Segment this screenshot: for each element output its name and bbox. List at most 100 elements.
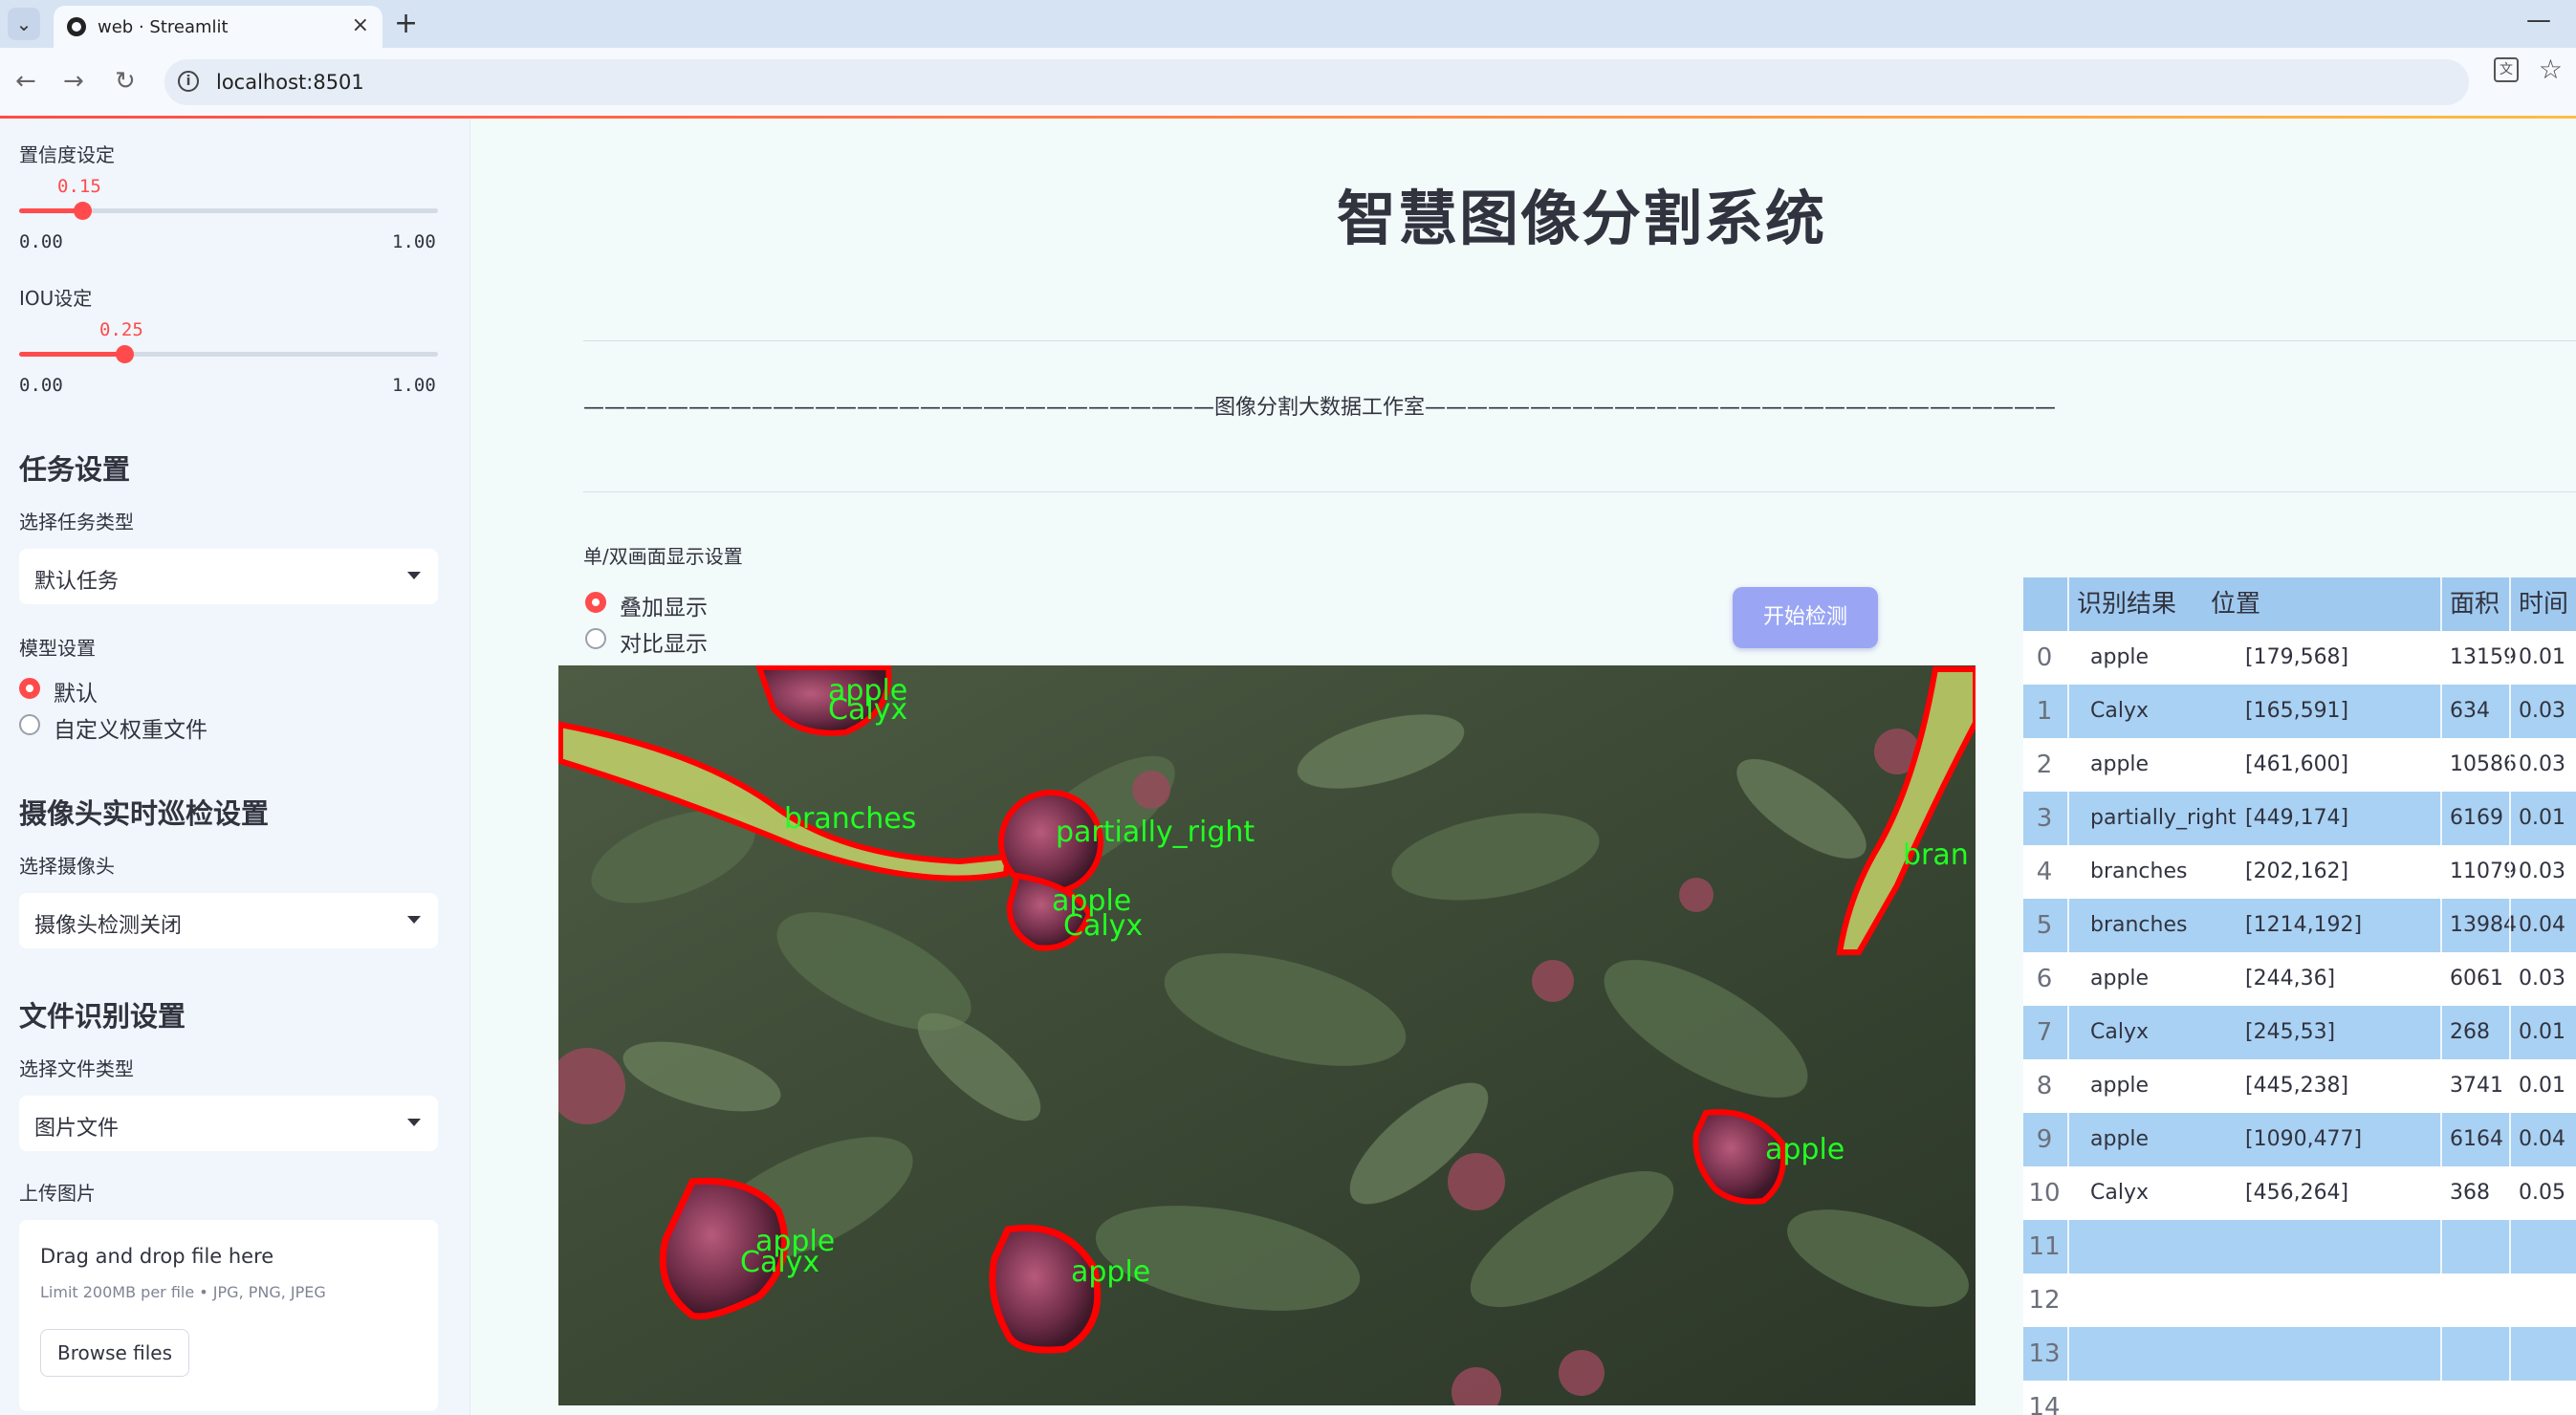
header-result[interactable]: 识别结果 — [2077, 577, 2176, 631]
cell-result: Calyx — [2090, 1181, 2149, 1205]
browse-files-button[interactable]: Browse files — [40, 1329, 189, 1377]
table-row[interactable]: 11 — [2023, 1220, 2576, 1274]
radio-unselected-icon[interactable] — [585, 628, 606, 649]
cell-position: [179,568] — [2245, 645, 2349, 669]
radio-selected-icon[interactable] — [19, 678, 40, 699]
row-index: 12 — [2028, 1286, 2061, 1315]
cell-position: [245,53] — [2245, 1020, 2336, 1044]
row-index: 11 — [2028, 1232, 2061, 1261]
cell-area: 268 — [2450, 1020, 2490, 1044]
cell-position: [244,36] — [2245, 967, 2336, 990]
table-row[interactable]: 14 — [2023, 1381, 2576, 1415]
table-row[interactable]: 7 Calyx [245,53] 268 0.01 — [2023, 1006, 2576, 1059]
translate-icon[interactable]: 文 — [2494, 57, 2519, 82]
row-index: 13 — [2028, 1339, 2061, 1368]
radio-unselected-icon[interactable] — [19, 714, 40, 735]
forward-arrow-icon[interactable]: → — [63, 65, 84, 98]
mask-label: Calyx — [828, 693, 907, 727]
table-row[interactable]: 6 apple [244,36] 6061 0.03 — [2023, 952, 2576, 1006]
cell-position: [1214,192] — [2245, 913, 2363, 937]
table-row[interactable]: 0 apple [179,568] 13159 0.01 — [2023, 631, 2576, 685]
table-row[interactable]: 5 branches [1214,192] 13984 0.04 — [2023, 899, 2576, 952]
table-row[interactable]: 8 apple [445,238] 3741 0.01 — [2023, 1059, 2576, 1113]
cell-result: apple — [2090, 1127, 2150, 1151]
new-tab-icon[interactable]: + — [394, 8, 418, 40]
cell-time: 0.01 — [2519, 1074, 2565, 1098]
confidence-slider[interactable] — [19, 202, 438, 220]
cell-area: 634 — [2450, 699, 2490, 723]
tab-list-icon[interactable]: ⌄ — [8, 8, 40, 40]
iou-slider-thumb[interactable] — [116, 345, 134, 363]
table-row[interactable]: 12 — [2023, 1274, 2576, 1327]
chevron-down-icon — [407, 916, 421, 924]
table-row[interactable]: 2 apple [461,600] 10586 0.03 — [2023, 738, 2576, 792]
studio-banner: ——————————————————————————————图像分割大数据工作室… — [583, 396, 2057, 420]
cell-result: branches — [2090, 913, 2188, 937]
cell-time: 0.01 — [2519, 1020, 2565, 1044]
iou-slider[interactable] — [19, 345, 438, 363]
camera-select[interactable]: 摄像头检测关闭 — [19, 893, 438, 948]
table-row[interactable]: 9 apple [1090,477] 6164 0.04 — [2023, 1113, 2576, 1166]
row-index: 9 — [2036, 1125, 2053, 1154]
chevron-down-icon — [407, 1119, 421, 1126]
cell-result: branches — [2090, 860, 2188, 883]
cell-time: 0.01 — [2519, 806, 2565, 830]
mask-label: apple — [1071, 1255, 1150, 1289]
column-divider — [2067, 577, 2069, 1415]
mask-label: partially_right — [1056, 816, 1255, 849]
back-arrow-icon[interactable]: ← — [15, 65, 36, 98]
star-icon[interactable]: ☆ — [2539, 54, 2563, 85]
minimize-icon[interactable]: — — [2526, 6, 2551, 34]
cell-position: [449,174] — [2245, 806, 2349, 830]
table-row[interactable]: 4 branches [202,162] 11079 0.03 — [2023, 845, 2576, 899]
mask-label: Calyx — [740, 1246, 819, 1279]
header-position[interactable]: 位置 — [2211, 577, 2260, 631]
header-area[interactable]: 面积 — [2450, 577, 2500, 631]
cell-time: 0.01 — [2519, 645, 2565, 669]
column-divider — [2440, 577, 2442, 1415]
upload-limits: Limit 200MB per file • JPG, PNG, JPEG — [40, 1283, 326, 1301]
confidence-slider-thumb[interactable] — [74, 202, 92, 220]
table-row[interactable]: 10 Calyx [456,264] 368 0.05 — [2023, 1166, 2576, 1220]
reload-icon[interactable]: ↻ — [115, 65, 136, 98]
task-type-select[interactable]: 默认任务 — [19, 549, 438, 604]
table-row[interactable]: 13 — [2023, 1327, 2576, 1381]
cell-result: Calyx — [2090, 1020, 2149, 1044]
row-index: 10 — [2028, 1179, 2061, 1208]
confidence-min: 0.00 — [19, 231, 63, 252]
chevron-down-icon — [407, 572, 421, 579]
address-bar: ← → ↻ i localhost:8501 文 ☆ — [0, 48, 2576, 117]
confidence-max: 1.00 — [392, 231, 436, 252]
cell-position: [461,600] — [2245, 752, 2349, 776]
cell-area: 6164 — [2450, 1127, 2503, 1151]
row-index: 2 — [2036, 751, 2053, 779]
cell-position: [456,264] — [2245, 1181, 2349, 1205]
cell-result: apple — [2090, 752, 2150, 776]
iou-min: 0.00 — [19, 375, 63, 396]
browser-tab[interactable]: web · Streamlit × — [54, 6, 382, 48]
iou-label: IOU设定 — [19, 287, 93, 310]
info-icon[interactable]: i — [178, 71, 199, 92]
start-detection-button[interactable]: 开始检测 — [1733, 587, 1878, 648]
confidence-value: 0.15 — [57, 176, 101, 197]
file-type-select[interactable]: 图片文件 — [19, 1096, 438, 1151]
cell-area: 368 — [2450, 1181, 2490, 1205]
model-option-label: 默认 — [54, 682, 98, 707]
column-divider — [2509, 577, 2511, 1415]
radio-selected-icon[interactable] — [585, 592, 606, 613]
table-row[interactable]: 1 Calyx [165,591] 634 0.03 — [2023, 685, 2576, 738]
url-field[interactable]: i localhost:8501 — [164, 59, 2469, 105]
upload-label: 上传图片 — [19, 1182, 96, 1205]
segmentation-result-image: apple Calyx branches partially_right app… — [558, 665, 1976, 1405]
table-row[interactable]: 3 partially_right [449,174] 6169 0.01 — [2023, 792, 2576, 845]
iou-value: 0.25 — [99, 319, 143, 340]
file-uploader-dropzone[interactable]: Drag and drop file here Limit 200MB per … — [19, 1220, 438, 1411]
cell-result: apple — [2090, 645, 2150, 669]
close-icon[interactable]: × — [352, 13, 369, 37]
results-table[interactable]: 识别结果 位置 面积 时间 0 apple [179,568] 13159 0.01 1 C… — [2023, 577, 2576, 1415]
display-option-label: 叠加显示 — [620, 596, 708, 620]
row-index: 0 — [2036, 643, 2053, 672]
header-time[interactable]: 时间 — [2519, 577, 2568, 631]
row-index: 5 — [2036, 911, 2053, 940]
cell-time: 0.04 — [2519, 913, 2565, 937]
